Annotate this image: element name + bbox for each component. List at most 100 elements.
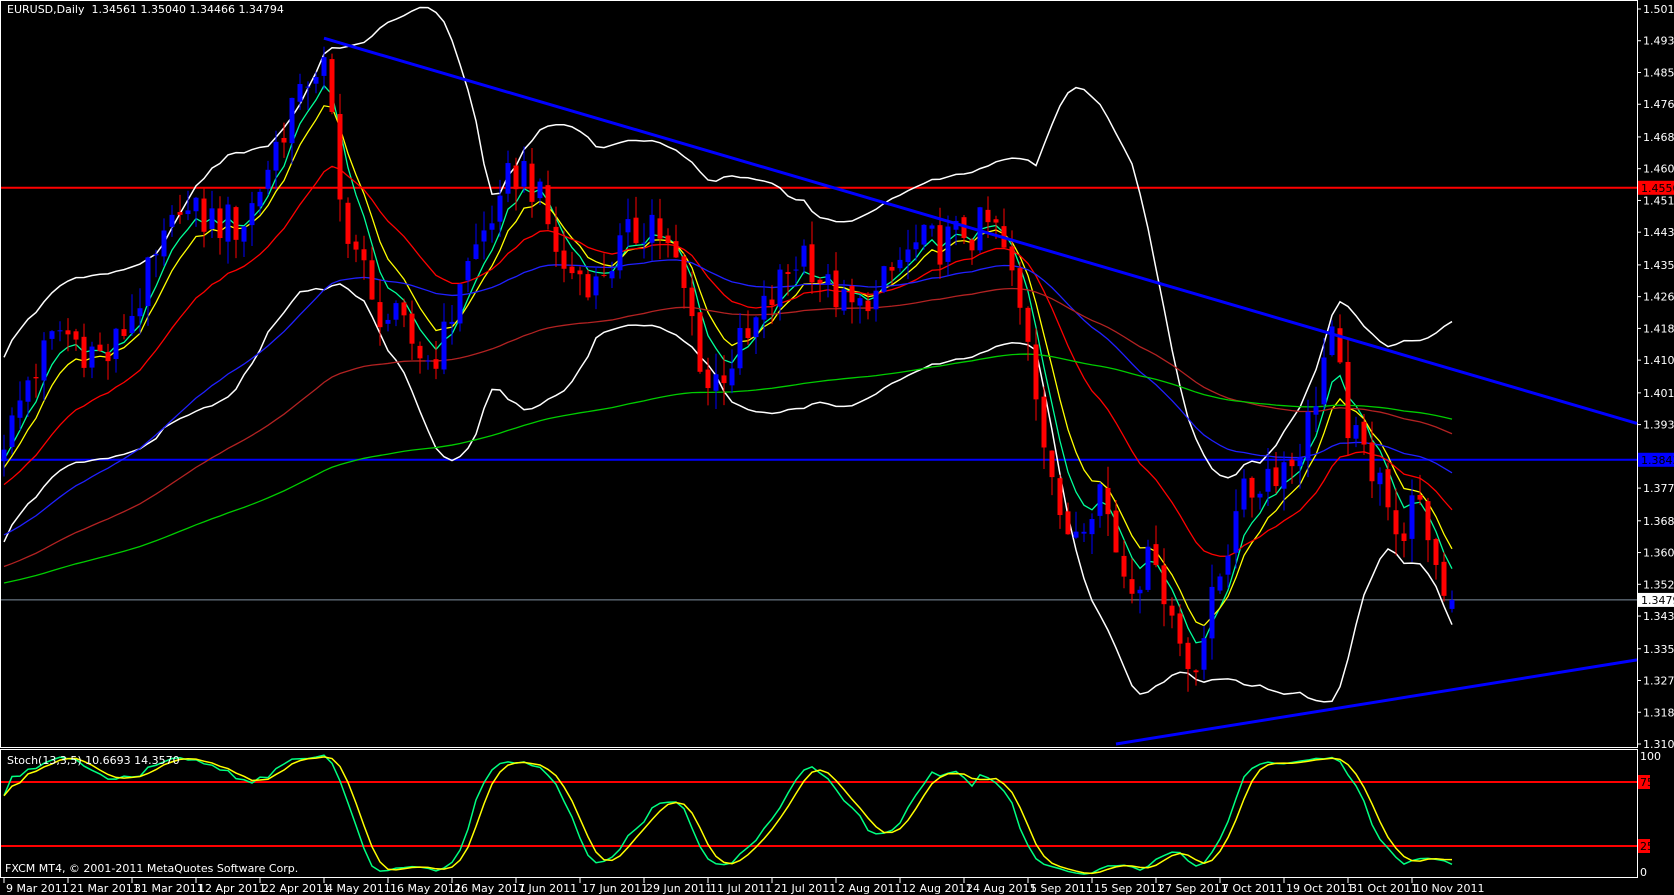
candle xyxy=(273,141,279,171)
candle xyxy=(841,289,847,311)
price-tick-label: 1.43500 xyxy=(1643,259,1674,272)
candle xyxy=(17,400,23,418)
candle xyxy=(577,270,583,275)
candle xyxy=(241,226,247,242)
candle xyxy=(209,208,215,229)
candle xyxy=(313,77,319,84)
candle xyxy=(1025,307,1031,342)
candle xyxy=(609,271,615,279)
date-tick-label: 24 Aug 2011 xyxy=(966,882,1036,895)
candle xyxy=(1145,546,1151,590)
candle xyxy=(297,84,303,102)
stoch-tick-label: 100 xyxy=(1640,750,1661,763)
candle xyxy=(553,226,559,252)
date-tick-label: 5 Sep 2011 xyxy=(1030,882,1093,895)
candle xyxy=(1425,501,1431,541)
stoch-pane-frame xyxy=(0,749,1638,878)
date-tick-label: 22 Apr 2011 xyxy=(262,882,330,895)
candle xyxy=(713,374,719,391)
candle xyxy=(137,308,143,317)
price-tick-label: 1.47675 xyxy=(1643,98,1674,111)
candle xyxy=(1009,246,1015,271)
date-tick-label: 4 May 2011 xyxy=(326,882,391,895)
candle xyxy=(817,279,823,284)
candle xyxy=(457,284,463,324)
candle xyxy=(865,300,871,312)
price-tick-label: 1.35200 xyxy=(1643,578,1674,591)
candle xyxy=(937,225,943,265)
candle xyxy=(1185,642,1191,669)
date-tick-label: 10 Nov 2011 xyxy=(1414,882,1484,895)
candle xyxy=(1305,411,1311,459)
candle xyxy=(113,328,119,360)
candle xyxy=(1209,586,1215,639)
candle xyxy=(9,415,15,447)
candle xyxy=(697,312,703,372)
candle xyxy=(801,245,807,267)
candle xyxy=(745,328,751,339)
candle xyxy=(545,185,551,225)
candle xyxy=(497,195,503,222)
price-tick-label: 1.37700 xyxy=(1643,482,1674,495)
candle xyxy=(1289,459,1295,467)
candle xyxy=(425,360,431,362)
candle xyxy=(57,330,63,332)
candle xyxy=(177,212,183,215)
date-tick-label: 31 Oct 2011 xyxy=(1350,882,1418,895)
candle xyxy=(1329,326,1335,356)
candle xyxy=(329,59,335,112)
candle xyxy=(649,214,655,243)
candle xyxy=(929,225,935,229)
candle xyxy=(673,241,679,258)
candle xyxy=(105,352,111,362)
candle xyxy=(265,169,271,189)
candle xyxy=(473,244,479,259)
candle xyxy=(1193,670,1199,673)
candle xyxy=(1089,519,1095,535)
candle xyxy=(41,340,47,381)
candle xyxy=(489,223,495,230)
candle xyxy=(633,217,639,244)
candle xyxy=(1217,576,1223,591)
candle xyxy=(1113,510,1119,553)
chart-title: EURUSD,Daily 1.34561 1.35040 1.34466 1.3… xyxy=(7,3,284,16)
candle xyxy=(449,321,455,324)
price-tick-label: 1.32700 xyxy=(1643,675,1674,688)
date-tick-label: 16 May 2011 xyxy=(390,882,462,895)
symbol-label: EURUSD,Daily xyxy=(7,3,85,16)
candle xyxy=(233,207,239,240)
ohlc-readout: 1.34561 1.35040 1.34466 1.34794 xyxy=(91,3,284,16)
candle xyxy=(401,302,407,316)
candle xyxy=(1401,533,1407,541)
candle xyxy=(753,317,759,338)
candle xyxy=(81,336,87,368)
candle xyxy=(1353,425,1359,439)
candle xyxy=(833,270,839,308)
candle xyxy=(289,97,295,144)
candle xyxy=(73,331,79,340)
candle xyxy=(1105,487,1111,515)
candle xyxy=(1449,599,1455,609)
date-tick-label: 29 Jun 2011 xyxy=(646,882,712,895)
price-tick-label: 1.42675 xyxy=(1643,291,1674,304)
date-tick-label: 7 Jun 2011 xyxy=(518,882,577,895)
candle xyxy=(89,346,95,368)
candle xyxy=(873,290,879,310)
candle xyxy=(377,302,383,328)
candle xyxy=(1041,396,1047,448)
candle xyxy=(585,274,591,298)
candle xyxy=(1377,472,1383,485)
candle xyxy=(97,344,103,351)
time-axis: 9 Mar 2011 21 Mar 201131 Mar 201112 Apr 2… xyxy=(3,878,1484,895)
candle xyxy=(1361,421,1367,445)
price-axis: 1.50150 1.49325 1.48500 1.47675 1.46825 1.460… xyxy=(1637,3,1674,879)
candle xyxy=(49,331,55,339)
candle xyxy=(361,249,367,261)
stoch-tick-label: 25 xyxy=(1640,840,1654,853)
candle xyxy=(465,261,471,281)
candle xyxy=(353,241,359,250)
candle xyxy=(1097,484,1103,516)
candle xyxy=(897,259,903,269)
price-tick-label: 1.36850 xyxy=(1643,515,1674,528)
candle xyxy=(921,224,927,245)
